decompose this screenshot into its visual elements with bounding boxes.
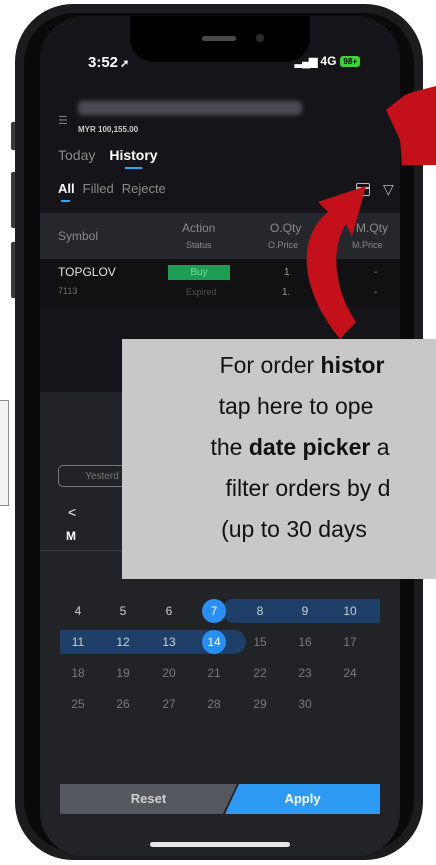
calendar-icon[interactable] [356,183,370,196]
prev-month-icon[interactable]: < [68,504,76,520]
calendar-day-11[interactable]: 11 [66,630,90,654]
callout-line-1: For order histor [122,352,436,379]
calendar-day-4[interactable]: 4 [66,599,90,623]
tab-rejected[interactable]: Rejecte [122,181,166,196]
filter-icon[interactable]: ▽ [383,181,394,198]
status-indicators: ▂▄▆ 4G 98+ [295,54,360,68]
calendar-day-17[interactable]: 17 [338,630,362,654]
reset-button[interactable]: Reset [60,784,237,814]
weekday-monday: M [66,529,76,543]
calendar-day-19[interactable]: 19 [111,661,135,685]
account-name-redacted [78,101,302,115]
calendar-day-9[interactable]: 9 [293,599,317,623]
callout-bold: date picker [248,434,371,460]
calendar-day-23[interactable]: 23 [293,661,317,685]
row-symbol: TOPGLOV [58,265,116,279]
calendar-day-16[interactable]: 16 [293,630,317,654]
calendar-day-14[interactable]: 14 [202,630,226,654]
status-time: 3:52 ➚ [88,54,129,71]
callout-text: a [370,434,390,460]
row-oqty: 1 [284,267,290,278]
home-indicator [150,842,290,847]
calendar-day-24[interactable]: 24 [338,661,362,685]
header-symbol: Symbol [58,229,99,243]
callout-bold: histor [320,352,385,378]
row-mqty: - [374,267,378,278]
tab-history[interactable]: History [109,147,158,169]
status-filter-tabs: All Filled Rejecte [58,181,166,202]
location-arrow-icon: ➚ [120,58,130,70]
calendar-day-25[interactable]: 25 [66,692,90,716]
callout-line-4: filter orders by d [225,475,391,501]
calendar-day-29[interactable]: 29 [248,692,272,716]
row-mprice: - [374,287,378,298]
callout-line-3: the date picker a [120,434,436,461]
header-oprice: O.Price [268,240,299,250]
row-oprice: 1. [282,287,291,298]
callout-text: For order [219,352,321,378]
notch [130,16,310,62]
calendar-day-8[interactable]: 8 [248,599,272,623]
calendar-day-15[interactable]: 15 [248,630,272,654]
row-code: 7113 [58,286,78,296]
tab-today[interactable]: Today [58,147,95,163]
calendar-day-13[interactable]: 13 [157,630,181,654]
calendar-day-7[interactable]: 7 [202,599,226,623]
calendar-day-20[interactable]: 20 [157,661,181,685]
calendar-day-26[interactable]: 26 [111,692,135,716]
calendar-day-18[interactable]: 18 [66,661,90,685]
tab-all[interactable]: All [58,181,75,202]
battery-icon: 98+ [340,56,360,67]
calendar-day-22[interactable]: 22 [248,661,272,685]
calendar-day-12[interactable]: 12 [111,630,135,654]
calendar-day-28[interactable]: 28 [202,692,226,716]
buy-badge: Buy [168,265,230,280]
header-status: Status [186,240,212,250]
tutorial-callout: For order histor tap here to ope the dat… [122,339,436,579]
calendar-day-6[interactable]: 6 [157,599,181,623]
calendar-day-10[interactable]: 10 [338,599,362,623]
calendar-day-5[interactable]: 5 [111,599,135,623]
menu-icon[interactable]: ☰ [58,114,68,127]
signal-icon: ▂▄▆ [294,56,318,68]
callout-line-5: (up to 30 days [221,516,367,542]
header-mprice: M.Price [352,240,383,250]
order-tabs: Today History [58,147,158,169]
callout-text: the [210,434,249,460]
header-oqty: O.Qty [270,221,302,235]
calendar-day-30[interactable]: 30 [293,692,317,716]
left-annotation-edge [0,400,9,506]
table-header: Symbol Action Status O.Qty O.Price M.Qty… [40,213,400,259]
speaker [202,36,236,41]
row-status: Expired [186,287,217,297]
account-balance: MYR 100,155.00 [78,125,139,134]
camera [256,34,264,42]
callout-line-2: tap here to ope [218,393,374,419]
status-time-text: 3:52 [88,54,119,71]
calendar-day-21[interactable]: 21 [202,661,226,685]
calendar-day-27[interactable]: 27 [157,692,181,716]
header-action: Action [182,221,216,235]
apply-button[interactable]: Apply [225,784,380,814]
network-label: 4G [320,54,337,68]
tab-filled[interactable]: Filled [83,181,114,196]
table-row[interactable]: TOPGLOV 7113 Buy Expired 1 1. - - [40,259,400,307]
header-mqty: M.Qty [356,221,388,235]
